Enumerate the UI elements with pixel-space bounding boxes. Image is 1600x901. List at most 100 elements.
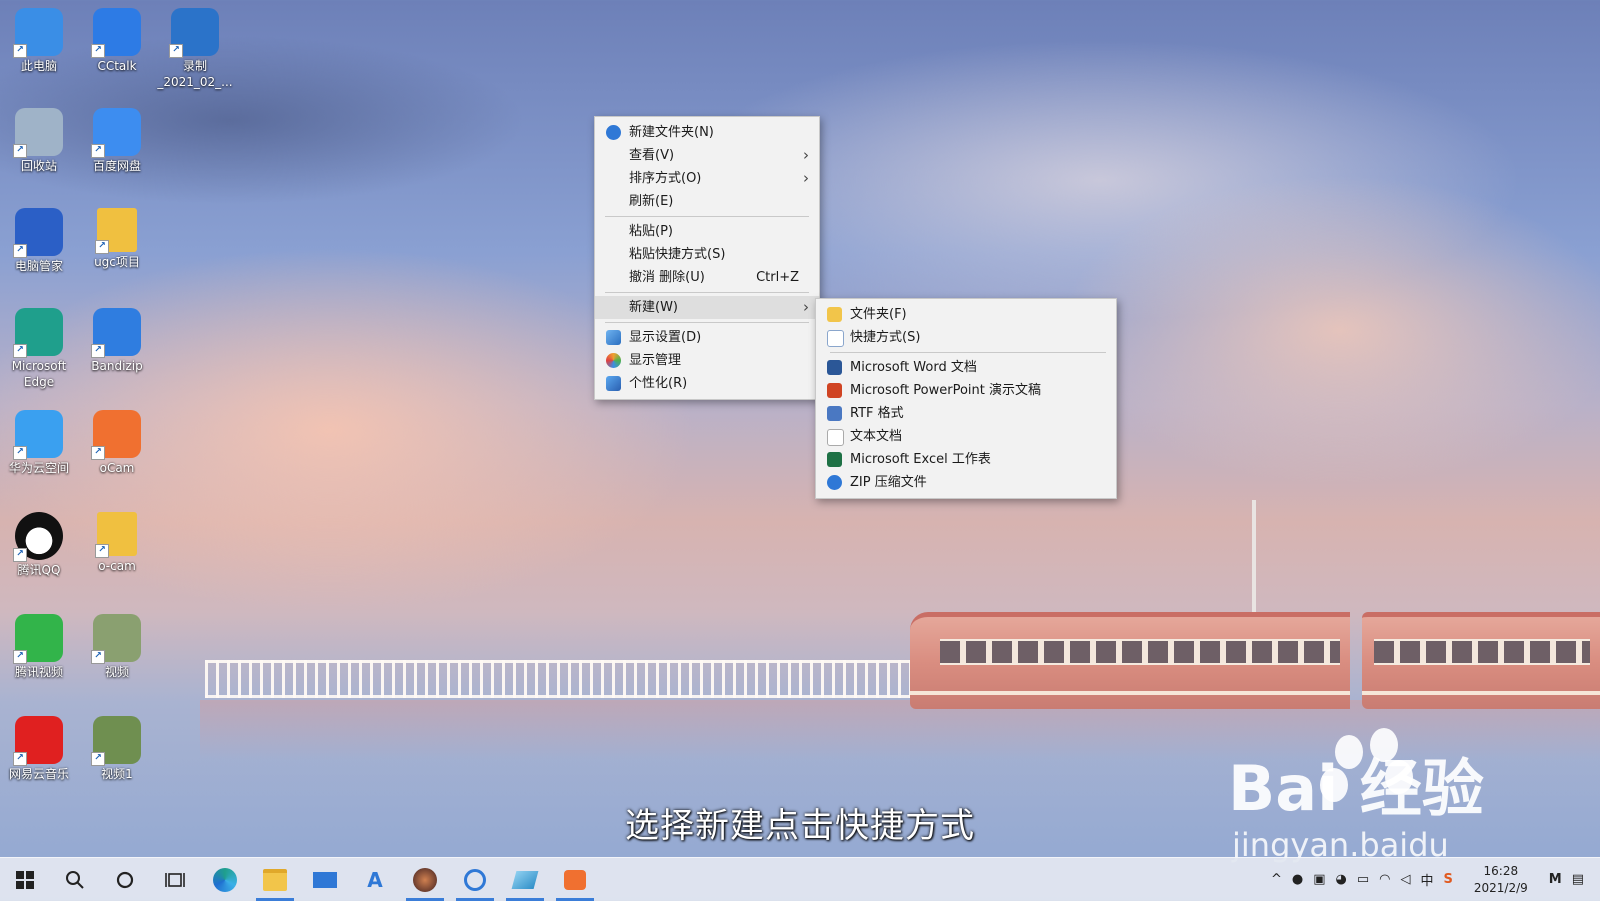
qq-tray-icon[interactable]: ◕: [1335, 872, 1346, 887]
desktop-icon[interactable]: ↗ 百度网盘: [78, 108, 156, 174]
menu-item-new-folder[interactable]: 新建文件夹(N): [595, 121, 819, 144]
submenu-item-word[interactable]: Microsoft Word 文档: [816, 356, 1116, 379]
chevron-up-icon[interactable]: ^: [1271, 872, 1282, 887]
cortana-icon[interactable]: [100, 858, 150, 901]
ime-indicator[interactable]: 中: [1420, 870, 1433, 889]
ocam-icon[interactable]: [550, 858, 600, 901]
pole: [1252, 500, 1256, 618]
desktop-icon[interactable]: ↗ 华为云空间: [0, 410, 78, 476]
shortcut-arrow-icon: ↗: [95, 544, 109, 558]
powerpoint-icon: [827, 383, 842, 398]
desktop-icon[interactable]: ↗ 电脑管家: [0, 208, 78, 274]
chevron-right-icon: ›: [803, 169, 809, 187]
chevron-right-icon: ›: [803, 146, 809, 164]
menu-item-paste-shortcut[interactable]: 粘贴快捷方式(S): [595, 243, 819, 266]
desktop-icon[interactable]: ↗ 腾讯视频: [0, 614, 78, 680]
clock[interactable]: 16:28 2021/2/9: [1474, 863, 1528, 897]
desktop-icon[interactable]: ↗ 网易云音乐: [0, 716, 78, 782]
notification-icon[interactable]: ▤: [1572, 872, 1584, 887]
desktop-icon[interactable]: ↗ oCam: [78, 410, 156, 476]
file-explorer-icon[interactable]: [250, 858, 300, 901]
desktop-icon-label: 视频1: [101, 767, 133, 781]
submenu-item-text[interactable]: 文本文档: [816, 425, 1116, 448]
personalize-icon: [606, 376, 621, 391]
folder-icon: [827, 307, 842, 322]
shortcut-arrow-icon: ↗: [13, 548, 27, 562]
menu-item-sort[interactable]: 排序方式(O) ›: [595, 167, 819, 190]
desktop-icon[interactable]: ↗ ugc项目: [78, 208, 156, 270]
photo-app-icon[interactable]: [400, 858, 450, 901]
desktop-icon[interactable]: ↗ CCtalk: [78, 8, 156, 74]
shortcut-text: Ctrl+Z: [756, 270, 799, 285]
monitor-icon[interactable]: ▣: [1313, 872, 1325, 887]
menu-item-new[interactable]: 新建(W) ›: [595, 296, 819, 319]
desktop-icon[interactable]: ↗ 回收站: [0, 108, 78, 174]
desktop-icon[interactable]: ↗ Microsoft Edge: [0, 308, 78, 390]
menu-item-label: 个性化(R): [629, 376, 688, 391]
shortcut-arrow-icon: ↗: [13, 650, 27, 664]
pier-fence: [205, 660, 965, 698]
shortcut-arrow-icon: ↗: [91, 44, 105, 58]
menu-item-label: 新建文件夹(N): [629, 125, 714, 140]
shortcut-arrow-icon: ↗: [13, 344, 27, 358]
text-file-icon: [827, 429, 844, 446]
desktop-icon[interactable]: ↗ Bandizip: [78, 308, 156, 374]
volume-icon[interactable]: ◁: [1400, 872, 1410, 887]
wifi-icon[interactable]: ◠: [1379, 872, 1390, 887]
cctalk-icon[interactable]: [450, 858, 500, 901]
ocam-icon: ↗: [91, 410, 141, 460]
desktop-icon[interactable]: ↗ 此电脑: [0, 8, 78, 74]
submenu-item-folder[interactable]: 文件夹(F): [816, 303, 1116, 326]
submenu-item-excel[interactable]: Microsoft Excel 工作表: [816, 448, 1116, 471]
menu-item-view[interactable]: 查看(V) ›: [595, 144, 819, 167]
desktop-icon[interactable]: ↗ 视频: [78, 614, 156, 680]
menu-item-label: 显示设置(D): [629, 330, 702, 345]
menu-item-label: 文件夹(F): [850, 307, 907, 322]
desktop-icon-label: CCtalk: [97, 59, 137, 73]
pc-manager-icon: ↗: [13, 208, 63, 258]
tencent-video-icon: ↗: [13, 614, 63, 664]
shortcut-arrow-icon: ↗: [91, 650, 105, 664]
menu-item-personalize[interactable]: 个性化(R): [595, 372, 819, 395]
pc-manager-tray-icon[interactable]: M: [1549, 872, 1562, 887]
sogou-icon[interactable]: S: [1443, 872, 1452, 887]
submenu-item-zip[interactable]: ZIP 压缩文件: [816, 471, 1116, 494]
submenu-item-powerpoint[interactable]: Microsoft PowerPoint 演示文稿: [816, 379, 1116, 402]
start-icon[interactable]: [0, 858, 50, 901]
folder-icon: ↗: [95, 208, 137, 254]
menu-item-display-settings[interactable]: 显示设置(D): [595, 326, 819, 349]
menu-item-label: Microsoft Excel 工作表: [850, 452, 991, 467]
desktop-icon[interactable]: ↗ 腾讯QQ: [0, 512, 78, 578]
folder-icon: ↗: [95, 512, 137, 558]
shortcut-icon: [827, 330, 844, 347]
desktop-icon[interactable]: ↗ 视频1: [78, 716, 156, 782]
shortcut-arrow-icon: ↗: [13, 244, 27, 258]
microphone-icon[interactable]: ●: [1292, 872, 1303, 887]
submenu-item-rtf[interactable]: RTF 格式: [816, 402, 1116, 425]
menu-item-label: 刷新(E): [629, 194, 674, 209]
menu-item-paste[interactable]: 粘贴(P): [595, 220, 819, 243]
chevron-right-icon: ›: [803, 298, 809, 316]
display-manager-icon: [606, 353, 621, 368]
zip-icon: [827, 475, 842, 490]
video-file-icon: ↗: [169, 8, 219, 58]
qq-icon: ↗: [13, 512, 63, 562]
menu-item-display-manager[interactable]: 显示管理: [595, 349, 819, 372]
menu-item-undo-delete[interactable]: 撤消 删除(U) Ctrl+Z: [595, 266, 819, 289]
battery-icon[interactable]: ▭: [1357, 872, 1369, 887]
desktop-icon-label: o-cam: [98, 559, 136, 573]
text-app-icon[interactable]: A: [350, 858, 400, 901]
menu-item-refresh[interactable]: 刷新(E): [595, 190, 819, 213]
notes-app-icon[interactable]: [500, 858, 550, 901]
edge-icon[interactable]: [200, 858, 250, 901]
mail-icon[interactable]: [300, 858, 350, 901]
desktop-icon[interactable]: ↗ 录制 _2021_02_...: [156, 8, 234, 90]
baidu-netdisk-icon: ↗: [91, 108, 141, 158]
search-icon[interactable]: [50, 858, 100, 901]
submenu-item-shortcut[interactable]: 快捷方式(S): [816, 326, 1116, 349]
task-view-icon[interactable]: [150, 858, 200, 901]
menu-item-label: 粘贴快捷方式(S): [629, 247, 726, 262]
desktop-icon-label: 视频: [104, 665, 129, 679]
desktop-icon-label: 百度网盘: [92, 159, 141, 173]
desktop-icon[interactable]: ↗ o-cam: [78, 512, 156, 574]
